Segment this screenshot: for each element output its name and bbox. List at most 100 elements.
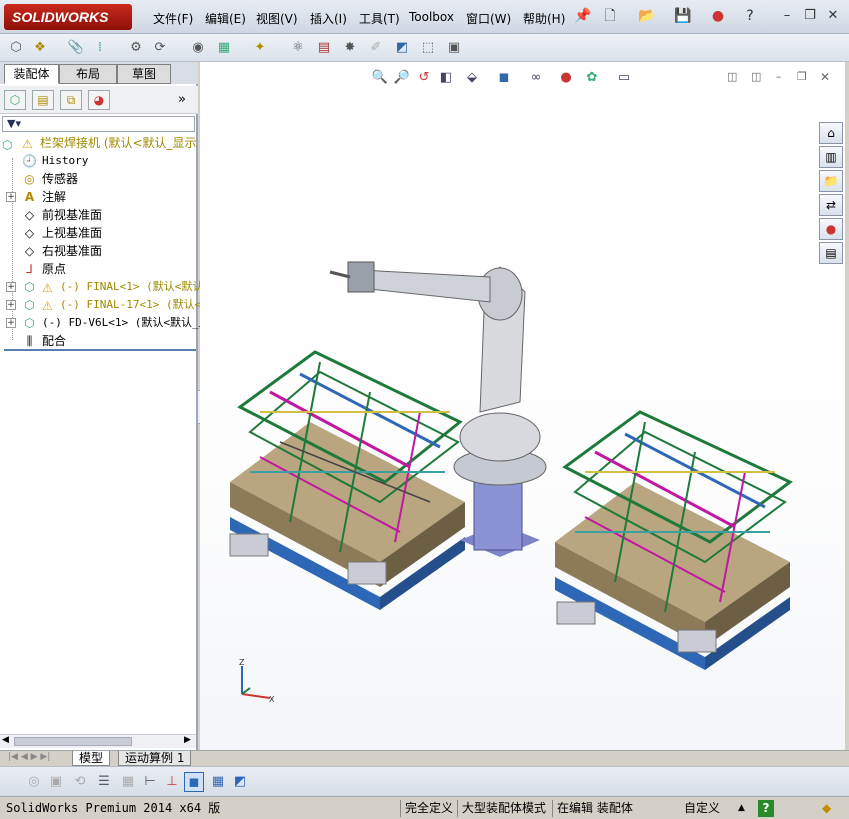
new-document-icon[interactable]: 🗋: [600, 6, 620, 26]
assembly-icon: ⬡: [24, 298, 35, 312]
shaded-icon[interactable]: ◼: [184, 772, 204, 792]
exploded-view-icon[interactable]: ✸: [340, 38, 360, 58]
tree-node-history[interactable]: 🕘 History: [0, 152, 198, 170]
expand-icon[interactable]: +: [6, 318, 16, 328]
main-toolbar: ⬡ ❖ 📎 ⁞ ⚙ ⟳ ◉ ▦ ✦ ⚛ ▤ ✸ ✐ ◩ ⬚ ▣: [0, 34, 849, 62]
open-icon[interactable]: 📂: [637, 6, 657, 26]
units-up-icon[interactable]: ▲: [738, 800, 745, 817]
tree-node-final-1[interactable]: + ⬡ ⚠ (-) FINAL<1> (默认<默认: [0, 278, 203, 296]
minimize-icon[interactable]: –: [779, 8, 795, 24]
menu-view[interactable]: 视图(V): [256, 10, 298, 27]
view-palette-icon[interactable]: ⇄: [819, 194, 843, 216]
scroll-thumb[interactable]: [14, 737, 132, 746]
help-icon[interactable]: ?: [758, 800, 774, 817]
extrude-icon[interactable]: ▣: [46, 772, 66, 792]
tree-node-fd-v6l[interactable]: + ⬡ (-) FD-V6L<1> (默认<默认_显: [0, 314, 210, 332]
grid-icon[interactable]: ▦: [118, 772, 138, 792]
feature-manager-icon[interactable]: ⬡: [4, 90, 26, 110]
bill-of-materials-icon[interactable]: ▤: [314, 38, 334, 58]
move-component-icon[interactable]: ⟳: [150, 38, 170, 58]
tool-window-icon[interactable]: ▣: [444, 38, 464, 58]
panel-more-chevron[interactable]: »: [178, 92, 186, 107]
assembly-model-render: [229, 261, 793, 670]
tree-node-front-plane[interactable]: ◇ 前视基准面: [0, 206, 198, 224]
tree-node-right-plane[interactable]: ◇ 右视基准面: [0, 242, 198, 260]
tab-layout[interactable]: 布局: [59, 64, 117, 84]
tab-sketch[interactable]: 草图: [117, 64, 171, 84]
table-icon[interactable]: ▦: [208, 772, 228, 792]
tree-node-top-plane[interactable]: ◇ 上视基准面: [0, 224, 198, 242]
panel-toolbar: ⬡ ▤ ⧉ ◕ »: [0, 86, 198, 114]
instant3d-icon[interactable]: ⬚: [418, 38, 438, 58]
file-explorer-icon[interactable]: 📁: [819, 170, 843, 192]
expand-icon[interactable]: +: [6, 192, 16, 202]
menu-file[interactable]: 文件(F): [153, 10, 193, 27]
tree-node-sensors[interactable]: ◎ 传感器: [0, 170, 198, 188]
tree-filter[interactable]: ▼▾: [2, 116, 195, 132]
tab-model[interactable]: 模型: [72, 751, 111, 766]
menu-tools[interactable]: 工具(T): [359, 10, 400, 27]
property-manager-icon[interactable]: ▤: [32, 90, 54, 110]
expand-icon[interactable]: +: [6, 282, 16, 292]
expand-icon[interactable]: +: [6, 300, 16, 310]
graphics-area[interactable]: 🔍 🔎 ↺ ◧ ⬙ ◼ ∞ ● ✿ ▭ ◫ ◫ – ❐ ✕ Z X: [200, 62, 845, 750]
reference-geometry-icon[interactable]: ✦: [250, 38, 270, 58]
tree-node-origin[interactable]: ⅃ 原点: [0, 260, 198, 278]
custom-properties-icon[interactable]: ▤: [819, 242, 843, 264]
tree-node-label: 右视基准面: [42, 244, 103, 258]
menu-edit[interactable]: 编辑(E): [205, 10, 246, 27]
menu-insert[interactable]: 插入(I): [310, 10, 347, 27]
menu-help[interactable]: 帮助(H): [523, 10, 565, 27]
revolve-icon[interactable]: ⟲: [70, 772, 90, 792]
assembly-features-icon[interactable]: ▦: [214, 38, 234, 58]
traffic-light-icon[interactable]: ●: [708, 6, 728, 26]
tree-node-annotations[interactable]: + A 注解: [0, 188, 198, 206]
design-library-icon[interactable]: ▥: [819, 146, 843, 168]
new-motion-study-icon[interactable]: ⚛: [288, 38, 308, 58]
show-hidden-icon[interactable]: ◉: [188, 38, 208, 58]
explode-line-sketch-icon[interactable]: ✐: [366, 38, 386, 58]
assembly-icon[interactable]: ⬡: [6, 38, 26, 58]
warning-icon: ⚠: [42, 299, 53, 313]
close-icon[interactable]: ✕: [825, 8, 841, 24]
solidworks-logo[interactable]: SOLIDWORKS: [4, 4, 132, 30]
bottom-toolbar: ◎ ▣ ⟲ ☰ ▦ ⊢ ⊥ ◼ ▦ ◩: [0, 766, 849, 796]
menu-toolbox[interactable]: Toolbox: [409, 10, 454, 24]
save-icon[interactable]: 💾: [673, 6, 693, 26]
display-manager-icon[interactable]: ◕: [88, 90, 110, 110]
solidworks-resources-icon[interactable]: ⌂: [819, 122, 843, 144]
dimension-icon[interactable]: ⊢: [140, 772, 160, 792]
tab-motion-study-1[interactable]: 运动算例 1: [118, 751, 192, 766]
rollback-bar[interactable]: [4, 349, 196, 351]
mate-icon[interactable]: 📎: [66, 38, 86, 58]
pin-icon[interactable]: 📌: [573, 6, 593, 26]
appearances-icon[interactable]: ●: [819, 218, 843, 240]
scroll-right-icon[interactable]: ▶: [184, 735, 191, 745]
scroll-left-icon[interactable]: ◀: [2, 735, 9, 745]
lines-icon[interactable]: ☰: [94, 772, 114, 792]
tab-assembly[interactable]: 装配体: [4, 64, 59, 84]
help-icon[interactable]: ?: [740, 6, 760, 26]
tree-node-label: 前视基准面: [42, 208, 103, 222]
status-editing: 在编辑 装配体: [552, 800, 633, 817]
tree-node-final-17[interactable]: + ⬡ ⚠ (-) FINAL-17<1> (默认<默: [0, 296, 212, 314]
configuration-manager-icon[interactable]: ⧉: [60, 90, 82, 110]
rebuild-tag-icon[interactable]: ◆: [822, 800, 831, 817]
assembly-icon: ⬡: [24, 280, 35, 294]
tree-root[interactable]: ⬡ ⚠ 栏架焊接机 (默认<默认_显示: [0, 134, 198, 152]
interference-detection-icon[interactable]: ◩: [392, 38, 412, 58]
status-units[interactable]: 自定义: [684, 800, 720, 817]
restore-icon[interactable]: ❐: [802, 8, 818, 24]
smart-fasteners-icon[interactable]: ⚙: [126, 38, 146, 58]
insert-component-icon[interactable]: ❖: [30, 38, 50, 58]
axis-icon[interactable]: ⊥: [162, 772, 182, 792]
linear-pattern-icon[interactable]: ⁞: [90, 38, 110, 58]
drawing-icon[interactable]: ◩: [230, 772, 250, 792]
status-bar: SolidWorks Premium 2014 x64 版 完全定义 大型装配体…: [0, 796, 849, 819]
panel-horizontal-scrollbar[interactable]: ◀ ▶: [0, 734, 196, 748]
tree-node-mates[interactable]: ⫼ 配合: [0, 332, 198, 350]
tab-scroll-icon[interactable]: |◀ ◀ ▶ ▶|: [8, 752, 50, 762]
status-version: SolidWorks Premium 2014 x64 版: [6, 801, 221, 815]
menu-window[interactable]: 窗口(W): [466, 10, 511, 27]
sketch-icon[interactable]: ◎: [24, 772, 44, 792]
